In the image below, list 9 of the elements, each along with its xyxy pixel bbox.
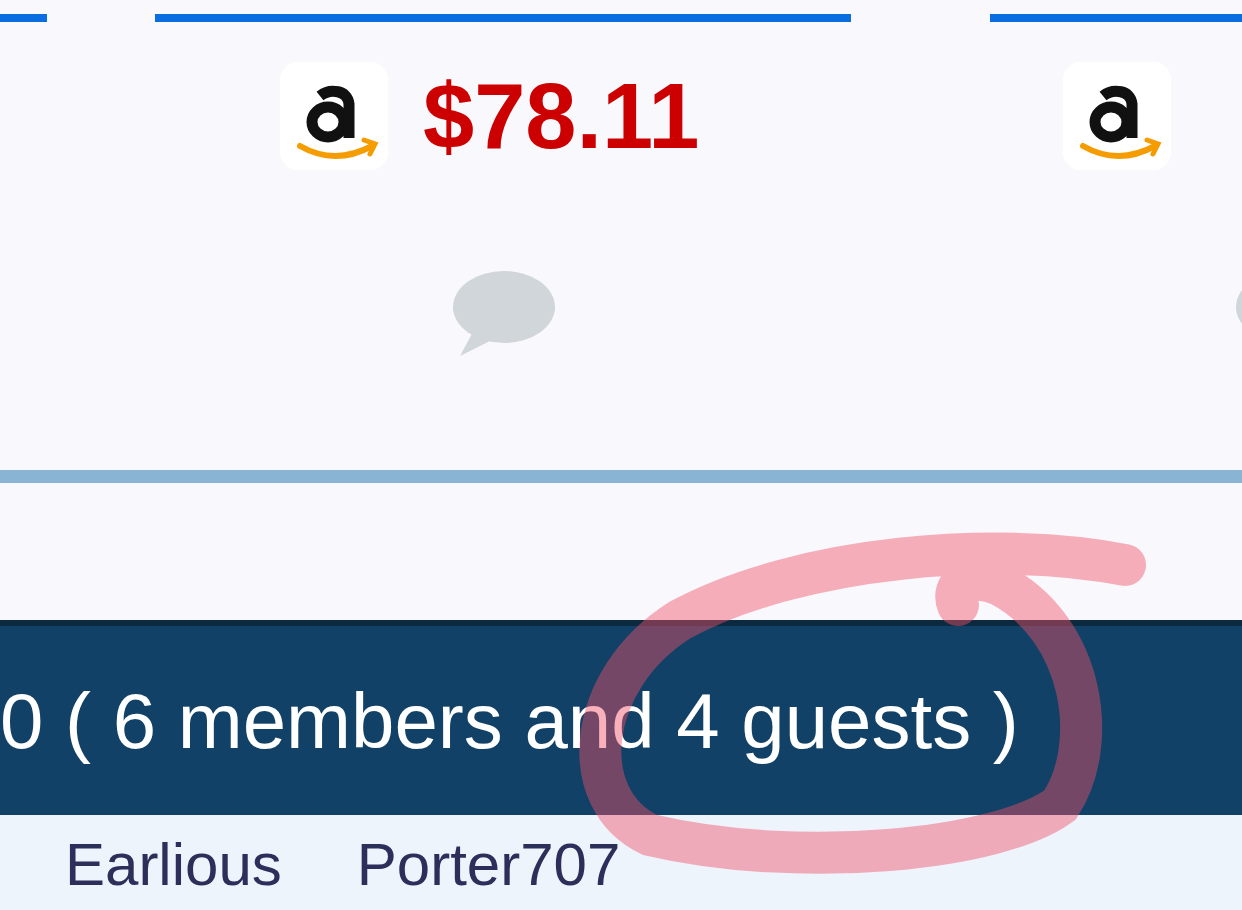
price: $78.11 xyxy=(423,70,700,162)
amazon-logo-icon xyxy=(280,62,388,170)
amazon-logo-icon xyxy=(1063,62,1171,170)
link-underline[interactable] xyxy=(155,14,851,22)
link-underline[interactable] xyxy=(0,14,47,22)
link-underline[interactable] xyxy=(990,14,1242,22)
username-link[interactable]: Porter707 xyxy=(356,835,621,910)
speech-bubble-icon[interactable] xyxy=(452,270,556,358)
username-link[interactable]: Earlious xyxy=(65,835,282,910)
